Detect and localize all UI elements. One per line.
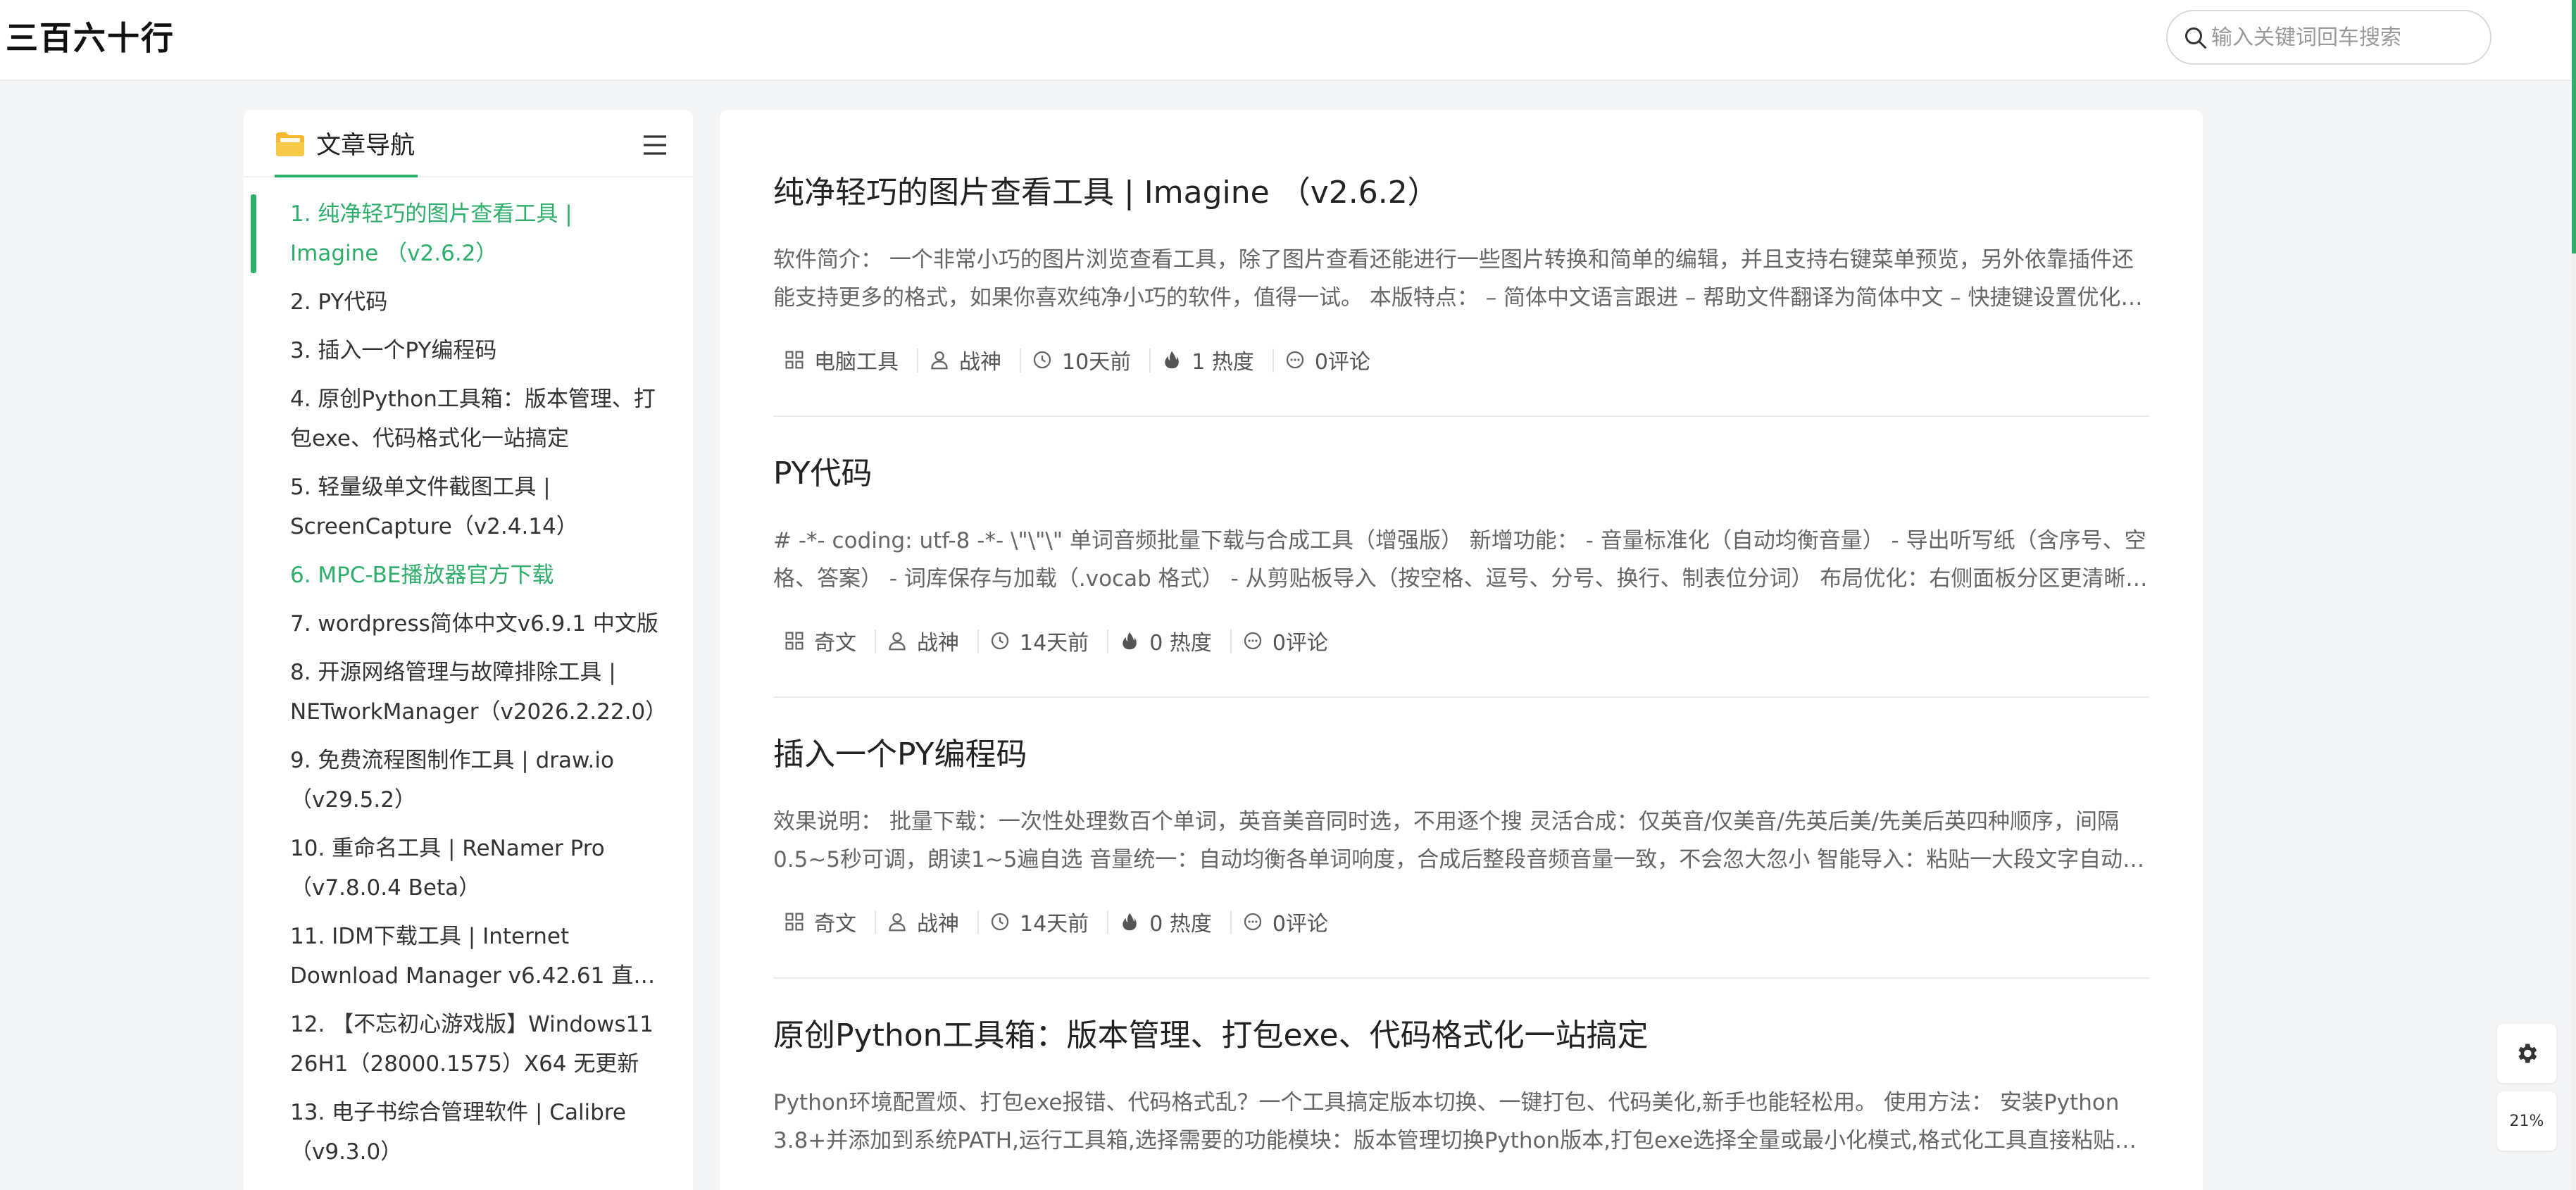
search-box[interactable] xyxy=(2166,10,2491,65)
post-excerpt: # -*- coding: utf-8 -*- \"\"\" 单词音频批量下载与… xyxy=(773,528,2148,591)
post-excerpt: 软件简介： 一个非常小巧的图片浏览查看工具，除了图片查看还能进行一些图片转换和简… xyxy=(773,247,2139,311)
site-title[interactable]: 三百六十行 xyxy=(6,13,175,59)
comments-label: 0评论 xyxy=(1314,350,1370,375)
post-category[interactable]: 奇文 xyxy=(773,906,875,937)
post-card: 插入一个PY编程码 效果说明： 批量下载：一次性处理数百个单词，英音美音同时选，… xyxy=(773,734,2149,938)
post-heat: 0 热度 xyxy=(1107,906,1230,937)
sidebar-title-tab: 文章导航 xyxy=(275,125,418,177)
toc-item[interactable]: 11. IDM下载工具 | Internet Download Manager … xyxy=(244,917,693,996)
scrollbar-thumb[interactable] xyxy=(2572,0,2576,253)
comments-label: 0评论 xyxy=(1272,631,1328,656)
flame-icon xyxy=(1165,351,1179,369)
time-label: 14天前 xyxy=(1020,912,1089,937)
post-author[interactable]: 战神 xyxy=(875,906,977,937)
grid-icon xyxy=(785,632,804,650)
post-card: 纯净轻巧的图片查看工具 | Imagine （v2.6.2） 软件简介： 一个非… xyxy=(773,172,2149,376)
author-label: 战神 xyxy=(917,631,959,656)
settings-button[interactable] xyxy=(2497,1024,2556,1083)
user-icon xyxy=(889,632,906,651)
grid-icon xyxy=(785,913,804,931)
toc-item[interactable]: 9. 免费流程图制作工具 | draw.io（v29.5.2） xyxy=(244,741,693,820)
site-header: 三百六十行 xyxy=(0,0,2576,81)
heat-label: 1 热度 xyxy=(1192,350,1254,375)
scroll-progress-label: 21% xyxy=(2509,1112,2544,1130)
grid-icon xyxy=(785,351,804,369)
post-heat: 1 热度 xyxy=(1149,344,1273,375)
post-card: 原创Python工具箱：版本管理、打包exe、代码格式化一站搞定 Python环… xyxy=(773,1015,2149,1160)
post-author[interactable]: 战神 xyxy=(917,344,1020,375)
divider xyxy=(773,415,2149,417)
heat-label: 0 热度 xyxy=(1149,912,1212,937)
time-label: 10天前 xyxy=(1062,350,1132,375)
flame-icon xyxy=(1123,913,1137,931)
post-category[interactable]: 电脑工具 xyxy=(773,344,917,375)
sidebar-header: 文章导航 xyxy=(244,110,693,177)
page-scrollbar[interactable] xyxy=(2572,0,2576,1190)
sidebar-title: 文章导航 xyxy=(316,132,415,160)
folder-icon xyxy=(276,132,304,156)
clock-icon xyxy=(991,913,1009,931)
toc-item[interactable]: 13. 电子书综合管理软件 | Calibre（v9.3.0） xyxy=(244,1093,693,1172)
toc-item[interactable]: 12. 【不忘初心游戏版】Windows11 26H1（28000.1575）X… xyxy=(244,1005,693,1084)
post-comments[interactable]: 0评论 xyxy=(1230,906,1346,937)
category-label: 奇文 xyxy=(814,631,856,656)
post-meta: 奇文 战神 14天前 0 热度 0评论 xyxy=(773,906,2149,938)
gear-icon xyxy=(2518,1044,2537,1063)
author-label: 战神 xyxy=(959,350,1001,375)
post-category[interactable]: 奇文 xyxy=(773,625,875,656)
toc-item[interactable]: 3. 插入一个PY编程码 xyxy=(244,331,693,370)
flame-icon xyxy=(1123,632,1137,650)
category-label: 奇文 xyxy=(814,912,856,937)
post-heat: 0 热度 xyxy=(1107,625,1230,656)
post-meta: 奇文 战神 14天前 0 热度 0评论 xyxy=(773,625,2149,657)
toc-item[interactable]: 7. wordpress简体中文v6.9.1 中文版 xyxy=(244,604,693,644)
post-comments[interactable]: 0评论 xyxy=(1230,625,1346,656)
post-comments[interactable]: 0评论 xyxy=(1272,344,1389,375)
user-icon xyxy=(889,913,906,932)
time-label: 14天前 xyxy=(1020,631,1089,656)
user-icon xyxy=(931,351,948,370)
heat-label: 0 热度 xyxy=(1149,631,1212,656)
post-excerpt: Python环境配置烦、打包exe报错、代码格式乱？一个工具搞定版本切换、一键打… xyxy=(773,1090,2137,1153)
author-label: 战神 xyxy=(917,912,959,937)
search-input[interactable] xyxy=(2211,20,2479,55)
post-title[interactable]: 纯净轻巧的图片查看工具 | Imagine （v2.6.2） xyxy=(773,172,2149,214)
post-author[interactable]: 战神 xyxy=(875,625,977,656)
search-icon xyxy=(2185,27,2206,49)
post-title[interactable]: PY代码 xyxy=(773,453,2149,495)
toc-item[interactable]: 5. 轻量级单文件截图工具 | ScreenCapture（v2.4.14） xyxy=(244,468,693,546)
post-title[interactable]: 插入一个PY编程码 xyxy=(773,734,2149,776)
post-time: 10天前 xyxy=(1020,344,1149,375)
comment-icon xyxy=(1244,913,1261,931)
post-time: 14天前 xyxy=(977,625,1107,656)
post-meta: 电脑工具 战神 10天前 1 热度 0评论 xyxy=(773,344,2149,376)
toc-item[interactable]: 4. 原创Python工具箱：版本管理、打包exe、代码格式化一站搞定 xyxy=(244,380,693,458)
toc-item[interactable]: 8. 开源网络管理与故障排除工具 | NETworkManager（v2026.… xyxy=(244,653,693,732)
divider xyxy=(773,977,2149,979)
comment-icon xyxy=(1244,632,1261,650)
post-excerpt: 效果说明： 批量下载：一次性处理数百个单词，英音美音同时选，不用逐个搜 灵活合成… xyxy=(773,809,2145,872)
clock-icon xyxy=(1033,351,1051,369)
toc-item[interactable]: 10. 重命名工具 | ReNamer Pro（v7.8.0.4 Beta） xyxy=(244,829,693,908)
article-nav-sidebar: 文章导航 1. 纯净轻巧的图片查看工具 | Imagine （v2.6.2） 2… xyxy=(244,110,693,1190)
toc-item[interactable]: 2. PY代码 xyxy=(244,282,693,322)
divider xyxy=(773,696,2149,698)
comment-icon xyxy=(1286,351,1303,369)
toc-list: 1. 纯净轻巧的图片查看工具 | Imagine （v2.6.2） 2. PY代… xyxy=(244,194,693,1181)
comments-label: 0评论 xyxy=(1272,912,1328,937)
post-title[interactable]: 原创Python工具箱：版本管理、打包exe、代码格式化一站搞定 xyxy=(773,1015,2149,1057)
toc-item[interactable]: 1. 纯净轻巧的图片查看工具 | Imagine （v2.6.2） xyxy=(244,194,693,273)
category-label: 电脑工具 xyxy=(814,350,899,375)
scroll-progress-button[interactable]: 21% xyxy=(2497,1091,2556,1151)
toc-item[interactable]: 6. MPC-BE播放器官方下载 xyxy=(244,556,693,595)
clock-icon xyxy=(991,632,1009,650)
menu-icon[interactable] xyxy=(642,134,668,156)
post-list: 纯净轻巧的图片查看工具 | Imagine （v2.6.2） 软件简介： 一个非… xyxy=(720,110,2203,1190)
post-time: 14天前 xyxy=(977,906,1107,937)
post-card: PY代码 # -*- coding: utf-8 -*- \"\"\" 单词音频… xyxy=(773,453,2149,657)
